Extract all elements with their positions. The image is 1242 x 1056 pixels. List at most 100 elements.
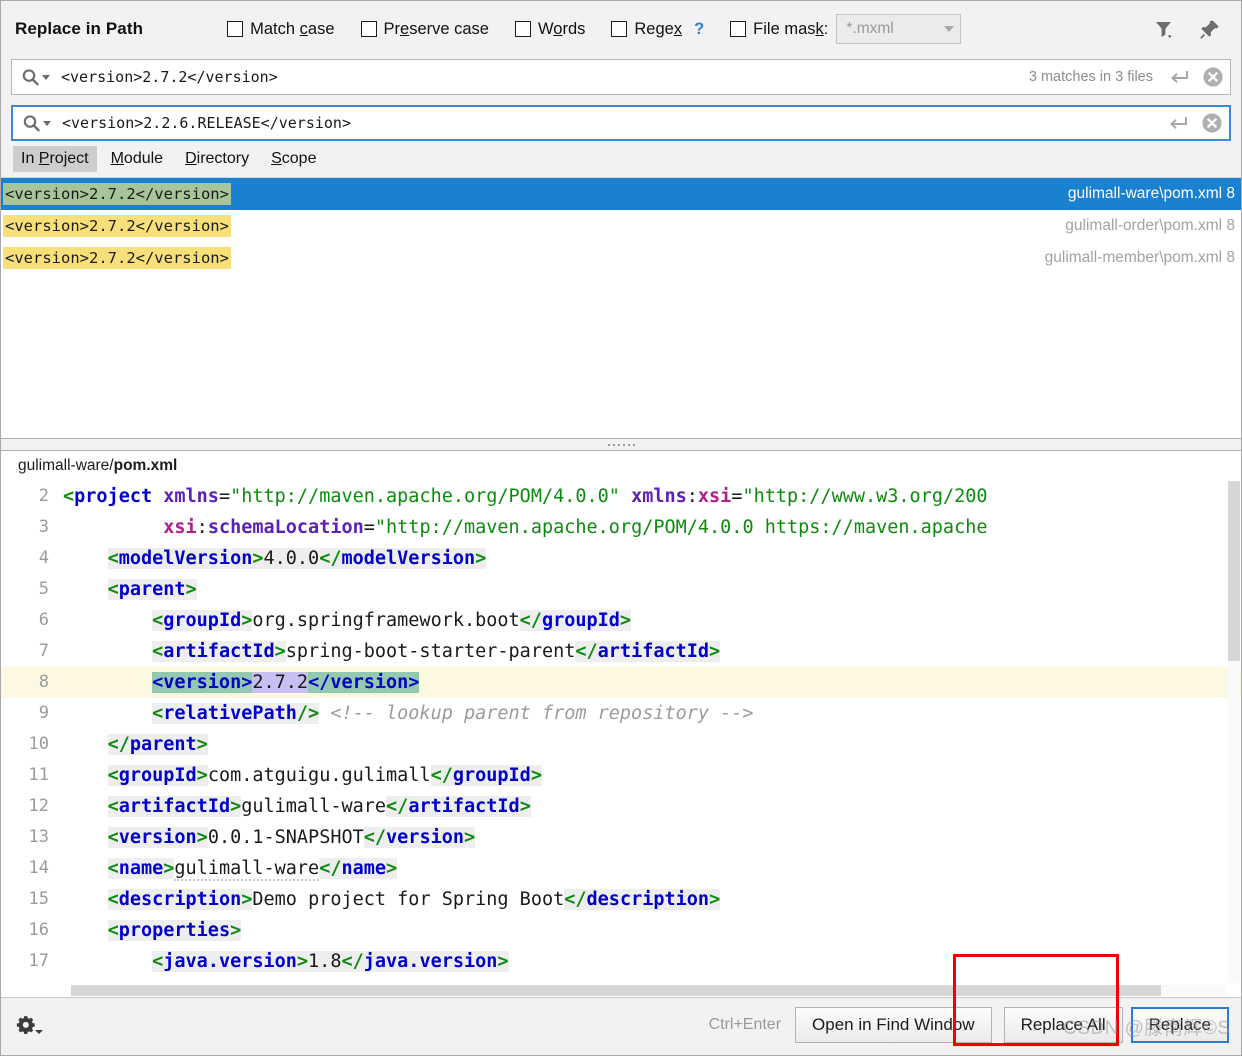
result-match-text: <version>2.7.2</version> [3,247,231,269]
preserve-case-label: Preserve case [383,19,489,38]
clear-icon[interactable] [1202,66,1224,88]
search-history-chevron-icon[interactable] [42,74,50,80]
line-number: 3 [38,517,49,537]
line-number: 10 [28,734,49,754]
line-content: <project xmlns="http://maven.apache.org/… [63,486,988,507]
preview-pane: gulimall-ware/pom.xml 2 <project xmlns="… [1,450,1241,997]
code-line: 5 <parent> [1,574,1241,605]
dialog-footer: Ctrl+Enter Open in Find Window Replace A… [1,954,1241,1051]
replace-input[interactable]: <version>2.2.6.RELEASE</version> [62,114,1168,132]
filter-icon[interactable] [1149,14,1179,44]
gear-chevron-down-icon[interactable] [35,1029,43,1034]
words-label: Words [537,19,586,38]
table-row[interactable]: <version>2.7.2</version> gulimall-member… [1,242,1241,274]
file-mask-checkbox[interactable]: File mask: [730,20,828,39]
result-file-path: gulimall-order\pom.xml 8 [1065,217,1235,234]
code-line: 7 <artifactId>spring-boot-starter-parent… [1,636,1241,667]
editor-horizontal-scrollbar-thumb[interactable] [71,985,1161,996]
line-content: <groupId>org.springframework.boot</group… [152,610,632,631]
checkbox-box[interactable] [514,21,531,37]
file-mask-dropdown[interactable]: *.mxml [836,14,962,44]
line-number: 11 [28,765,49,785]
code-line: 11 <groupId>com.atguigu.gulimall</groupI… [1,760,1241,791]
pin-icon[interactable] [1195,14,1225,44]
search-field-row: <version>2.7.2</version> 3 matches in 3 … [1,59,1241,95]
line-content: <parent> [107,579,197,600]
replace-history-chevron-icon[interactable] [43,120,51,126]
scope-tab-module[interactable]: Module [103,146,171,172]
checkbox-box[interactable] [611,21,628,37]
line-content: <java.version>1.8</java.version> [152,951,509,972]
line-number: 16 [28,920,49,940]
enter-icon[interactable] [1168,115,1188,131]
code-line-match: 8 <version>2.7.2</version> [1,667,1241,698]
file-mask-label: File mask: [753,19,829,38]
result-file-path: gulimall-member\pom.xml 8 [1044,249,1235,266]
checkbox-box[interactable] [360,21,377,37]
checkbox-box[interactable] [730,21,747,37]
line-number: 14 [28,858,49,878]
gear-icon[interactable] [15,1010,45,1040]
line-content: <description>Demo project for Spring Boo… [107,889,721,910]
code-line: 14 <name>gulimall-ware</name> [1,853,1241,884]
shortcut-hint: Ctrl+Enter [708,1015,782,1033]
match-case-checkbox[interactable]: Match case [227,19,335,39]
scope-tab-directory[interactable]: Directory [177,146,257,172]
regex-label: Regex [634,19,683,38]
scope-tab-in-project[interactable]: In Project [13,146,97,172]
code-line: 10 </parent> [1,729,1241,760]
scope-tabs: In Project Module Directory Scope [1,141,1241,177]
regex-checkbox[interactable]: Regex ? [611,20,704,39]
chevron-down-icon [944,26,955,32]
line-content: <modelVersion>4.0.0</modelVersion> [107,548,487,569]
code-line: 15 <description>Demo project for Spring … [1,884,1241,915]
search-options-group: Match case Preserve case Words Regex ? F… [227,14,962,44]
preview-file-header: gulimall-ware/pom.xml [1,451,1241,481]
words-checkbox[interactable]: Words [514,19,586,39]
result-file-path: gulimall-ware\pom.xml 8 [1067,185,1235,202]
open-in-find-window-button[interactable]: Open in Find Window [795,1006,992,1043]
page-title: Replace in Path [15,19,144,38]
code-line: 16 <properties> [1,915,1241,946]
editor-vertical-scrollbar-thumb[interactable] [1228,481,1240,661]
search-field[interactable]: <version>2.7.2</version> 3 matches in 3 … [11,59,1231,95]
line-number: 13 [28,827,49,847]
search-icon[interactable] [21,68,50,87]
match-count-label: 3 matches in 3 files [1028,69,1153,85]
line-number: 8 [38,672,49,692]
preview-file-dir: gulimall-ware/ [18,457,114,474]
code-line: 6 <groupId>org.springframework.boot</gro… [1,605,1241,636]
replace-field[interactable]: <version>2.2.6.RELEASE</version> [11,105,1231,141]
match-case-label: Match case [250,19,335,38]
result-match-text: <version>2.7.2</version> [3,215,231,237]
scope-tab-scope[interactable]: Scope [263,146,324,172]
line-number: 6 [38,610,49,630]
checkbox-box[interactable] [227,21,244,37]
clear-icon[interactable] [1201,112,1223,134]
line-number: 2 [38,486,49,506]
splitter-handle[interactable] [1,439,1241,450]
results-list[interactable]: <version>2.7.2</version> gulimall-ware\p… [1,177,1241,439]
line-content: </parent> [107,734,208,755]
line-content: <groupId>com.atguigu.gulimall</groupId> [107,765,542,786]
line-number: 7 [38,641,49,661]
replace-button[interactable]: Replace [1130,1006,1229,1043]
replace-field-row: <version>2.2.6.RELEASE</version> [1,105,1241,141]
search-input[interactable]: <version>2.7.2</version> [61,68,1029,86]
line-content: <version>2.7.2</version> [152,672,420,693]
line-content: <properties> [107,920,242,941]
regex-help-link[interactable]: ? [694,20,704,39]
line-number: 15 [28,889,49,909]
enter-icon[interactable] [1169,69,1189,85]
table-row[interactable]: <version>2.7.2</version> gulimall-ware\p… [1,178,1241,210]
code-editor[interactable]: 2 <project xmlns="http://maven.apache.or… [1,481,1241,977]
code-line: 2 <project xmlns="http://maven.apache.or… [1,481,1241,512]
dialog-header: Replace in Path Match case Preserve case… [1,1,1241,57]
search-icon[interactable] [22,114,51,133]
line-number: 17 [28,951,49,971]
code-line: 13 <version>0.0.1-SNAPSHOT</version> [1,822,1241,853]
replace-all-button[interactable]: Replace All [1003,1006,1123,1043]
preserve-case-checkbox[interactable]: Preserve case [360,19,489,39]
code-line: 3 xsi:schemaLocation="http://maven.apach… [1,512,1241,543]
table-row[interactable]: <version>2.7.2</version> gulimall-order\… [1,210,1241,242]
